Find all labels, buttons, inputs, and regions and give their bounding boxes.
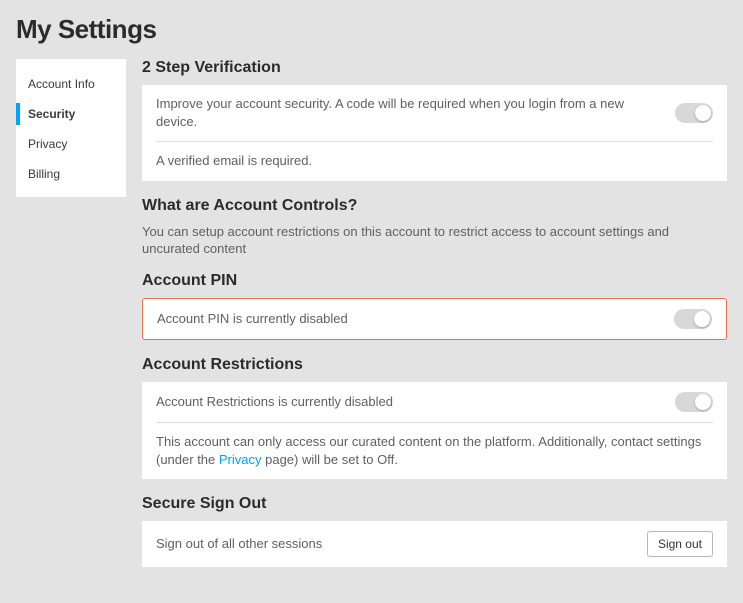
sidebar-item-privacy[interactable]: Privacy — [16, 129, 126, 159]
main-content: 2 Step Verification Improve your account… — [142, 59, 727, 583]
account-pin-toggle[interactable] — [674, 309, 712, 329]
divider — [156, 141, 713, 142]
sidebar-item-account-info[interactable]: Account Info — [16, 69, 126, 99]
account-controls-title: What are Account Controls? — [142, 197, 727, 215]
account-pin-title: Account PIN — [142, 272, 727, 290]
account-restrictions-card: Account Restrictions is currently disabl… — [142, 382, 727, 479]
settings-sidebar: Account Info Security Privacy Billing — [16, 59, 126, 197]
sidebar-item-billing[interactable]: Billing — [16, 159, 126, 189]
secure-sign-out-card: Sign out of all other sessions Sign out — [142, 521, 727, 567]
sidebar-item-security[interactable]: Security — [16, 99, 126, 129]
account-pin-status: Account PIN is currently disabled — [157, 310, 660, 328]
account-controls-desc: You can setup account restrictions on th… — [142, 223, 727, 258]
two-step-toggle[interactable] — [675, 103, 713, 123]
two-step-card: Improve your account security. A code wi… — [142, 85, 727, 181]
account-pin-card: Account PIN is currently disabled — [142, 298, 727, 340]
sign-out-button[interactable]: Sign out — [647, 531, 713, 557]
secure-sign-out-title: Secure Sign Out — [142, 495, 727, 513]
two-step-note: A verified email is required. — [156, 152, 713, 170]
page-title: My Settings — [16, 14, 727, 45]
divider — [156, 422, 713, 423]
account-restrictions-status: Account Restrictions is currently disabl… — [156, 393, 661, 411]
restrictions-note-post: page) will be set to Off. — [262, 452, 398, 467]
two-step-desc: Improve your account security. A code wi… — [156, 95, 661, 131]
privacy-link[interactable]: Privacy — [219, 452, 262, 467]
account-restrictions-title: Account Restrictions — [142, 356, 727, 374]
account-restrictions-note: This account can only access our curated… — [156, 433, 713, 469]
account-restrictions-toggle[interactable] — [675, 392, 713, 412]
two-step-title: 2 Step Verification — [142, 59, 727, 77]
secure-sign-out-desc: Sign out of all other sessions — [156, 535, 633, 553]
